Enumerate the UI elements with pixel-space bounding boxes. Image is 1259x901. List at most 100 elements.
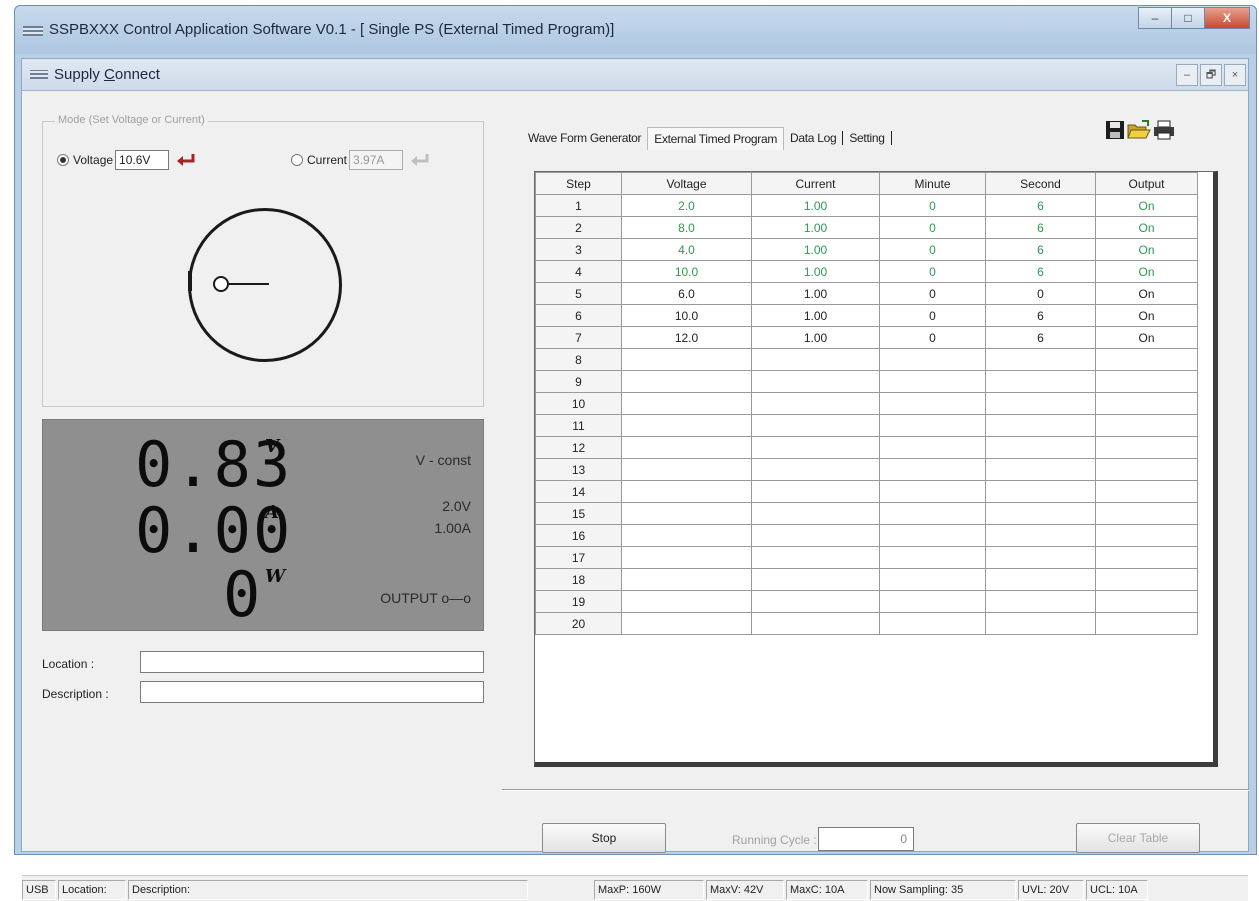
- current-set-input[interactable]: 3.97A: [349, 150, 404, 170]
- second-cell[interactable]: [985, 348, 1096, 371]
- output-cell[interactable]: On: [1095, 238, 1198, 261]
- table-row[interactable]: 13: [535, 458, 1198, 481]
- child-restore-button[interactable]: 🗗: [1200, 64, 1222, 86]
- table-row[interactable]: 1 2.0 1.00 0 6 On: [535, 194, 1198, 217]
- voltage-cell[interactable]: [621, 370, 752, 393]
- current-cell[interactable]: 1.00: [751, 238, 880, 261]
- second-cell[interactable]: [985, 436, 1096, 459]
- current-enter-icon[interactable]: [409, 152, 431, 168]
- child-close-button[interactable]: ×: [1224, 64, 1246, 86]
- current-cell[interactable]: [751, 590, 880, 613]
- tab-setting[interactable]: Setting: [843, 131, 892, 145]
- adjust-knob[interactable]: [188, 208, 342, 362]
- table-row[interactable]: 6 10.0 1.00 0 6 On: [535, 304, 1198, 327]
- voltage-mode-option[interactable]: Voltage 10.6V: [57, 150, 197, 170]
- second-cell[interactable]: [985, 458, 1096, 481]
- open-folder-icon[interactable]: [1126, 119, 1152, 141]
- current-cell[interactable]: 1.00: [751, 282, 880, 305]
- voltage-cell[interactable]: [621, 568, 752, 591]
- current-cell[interactable]: 1.00: [751, 326, 880, 349]
- minute-cell[interactable]: [879, 458, 986, 481]
- minute-cell[interactable]: [879, 502, 986, 525]
- maximize-button[interactable]: □: [1171, 7, 1205, 29]
- voltage-cell[interactable]: [621, 546, 752, 569]
- table-row[interactable]: 18: [535, 568, 1198, 591]
- table-row[interactable]: 3 4.0 1.00 0 6 On: [535, 238, 1198, 261]
- voltage-cell[interactable]: [621, 348, 752, 371]
- output-cell[interactable]: [1095, 568, 1198, 591]
- table-row[interactable]: 5 6.0 1.00 0 0 On: [535, 282, 1198, 305]
- voltage-cell[interactable]: 8.0: [621, 216, 752, 239]
- minute-cell[interactable]: [879, 480, 986, 503]
- current-cell[interactable]: [751, 568, 880, 591]
- current-cell[interactable]: [751, 546, 880, 569]
- title-bar[interactable]: SSPBXXX Control Application Software V0.…: [15, 6, 1256, 54]
- print-icon[interactable]: [1152, 119, 1176, 141]
- output-cell[interactable]: [1095, 612, 1198, 635]
- table-row[interactable]: 12: [535, 436, 1198, 459]
- voltage-cell[interactable]: 10.0: [621, 260, 752, 283]
- voltage-enter-icon[interactable]: [175, 152, 197, 168]
- voltage-cell[interactable]: 4.0: [621, 238, 752, 261]
- minimize-button[interactable]: –: [1138, 7, 1172, 29]
- minute-cell[interactable]: [879, 370, 986, 393]
- minute-cell[interactable]: 0: [879, 194, 986, 217]
- voltage-cell[interactable]: [621, 590, 752, 613]
- current-cell[interactable]: [751, 458, 880, 481]
- tab-wave-form-generator[interactable]: Wave Form Generator: [522, 131, 647, 145]
- voltage-cell[interactable]: [621, 436, 752, 459]
- voltage-cell[interactable]: [621, 392, 752, 415]
- second-cell[interactable]: [985, 392, 1096, 415]
- voltage-cell[interactable]: [621, 414, 752, 437]
- table-row[interactable]: 11: [535, 414, 1198, 437]
- table-row[interactable]: 8: [535, 348, 1198, 371]
- minute-cell[interactable]: 0: [879, 304, 986, 327]
- output-cell[interactable]: On: [1095, 260, 1198, 283]
- output-cell[interactable]: On: [1095, 216, 1198, 239]
- second-cell[interactable]: [985, 502, 1096, 525]
- current-cell[interactable]: 1.00: [751, 304, 880, 327]
- output-cell[interactable]: [1095, 458, 1198, 481]
- table-row[interactable]: 9: [535, 370, 1198, 393]
- voltage-cell[interactable]: [621, 524, 752, 547]
- table-row[interactable]: 2 8.0 1.00 0 6 On: [535, 216, 1198, 239]
- tab-data-log[interactable]: Data Log: [784, 131, 844, 145]
- second-cell[interactable]: 6: [985, 260, 1096, 283]
- table-row[interactable]: 14: [535, 480, 1198, 503]
- current-cell[interactable]: 1.00: [751, 216, 880, 239]
- minute-cell[interactable]: [879, 392, 986, 415]
- voltage-radio[interactable]: [57, 154, 69, 166]
- minute-cell[interactable]: [879, 414, 986, 437]
- second-cell[interactable]: [985, 568, 1096, 591]
- table-row[interactable]: 17: [535, 546, 1198, 569]
- current-cell[interactable]: [751, 502, 880, 525]
- output-cell[interactable]: [1095, 546, 1198, 569]
- table-row[interactable]: 20: [535, 612, 1198, 635]
- clear-table-button[interactable]: Clear Table: [1076, 823, 1200, 853]
- output-cell[interactable]: [1095, 348, 1198, 371]
- current-radio[interactable]: [291, 154, 303, 166]
- child-title-bar[interactable]: Supply Connect – 🗗 ×: [22, 59, 1248, 91]
- second-cell[interactable]: 6: [985, 216, 1096, 239]
- minute-cell[interactable]: [879, 524, 986, 547]
- table-row[interactable]: 10: [535, 392, 1198, 415]
- table-row[interactable]: 15: [535, 502, 1198, 525]
- second-cell[interactable]: [985, 612, 1096, 635]
- current-cell[interactable]: [751, 370, 880, 393]
- minute-cell[interactable]: 0: [879, 216, 986, 239]
- output-cell[interactable]: On: [1095, 304, 1198, 327]
- voltage-set-input[interactable]: 10.6V: [115, 150, 170, 170]
- current-cell[interactable]: [751, 414, 880, 437]
- minute-cell[interactable]: 0: [879, 282, 986, 305]
- description-input[interactable]: [140, 681, 484, 703]
- second-cell[interactable]: [985, 546, 1096, 569]
- second-cell[interactable]: [985, 590, 1096, 613]
- voltage-cell[interactable]: 6.0: [621, 282, 752, 305]
- table-row[interactable]: 19: [535, 590, 1198, 613]
- output-cell[interactable]: [1095, 370, 1198, 393]
- output-cell[interactable]: On: [1095, 326, 1198, 349]
- table-row[interactable]: 7 12.0 1.00 0 6 On: [535, 326, 1198, 349]
- voltage-cell[interactable]: 10.0: [621, 304, 752, 327]
- minute-cell[interactable]: 0: [879, 238, 986, 261]
- output-cell[interactable]: [1095, 436, 1198, 459]
